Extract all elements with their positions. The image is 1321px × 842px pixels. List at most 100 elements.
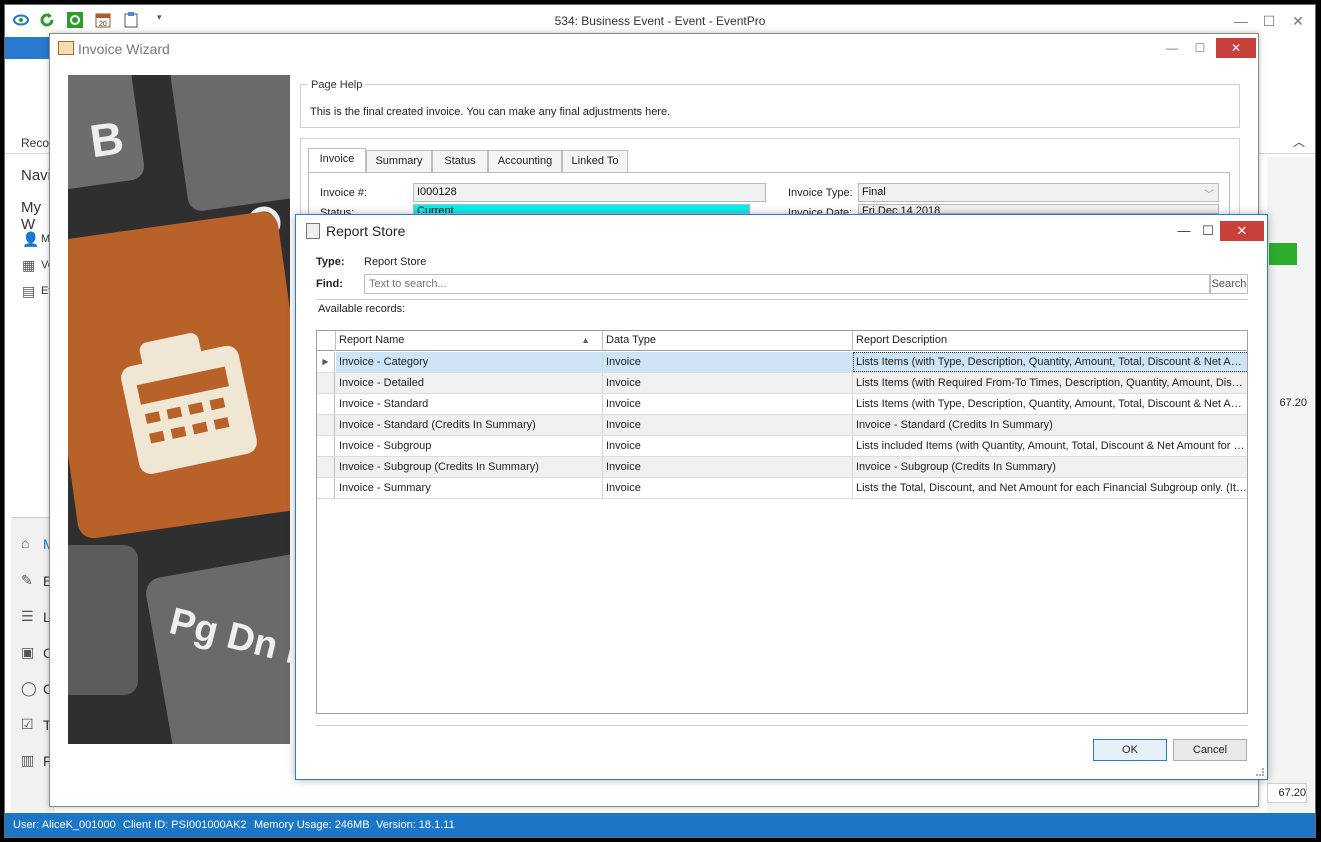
maximize-icon[interactable]: ☐ — [1255, 11, 1283, 31]
event-icon: ▤ — [22, 283, 36, 299]
table-row[interactable]: Invoice - Detailed Invoice Lists Items (wi… — [317, 373, 1247, 394]
cell-report-description[interactable]: Lists Items (with Type, Description, Qua… — [853, 352, 1247, 372]
cell-report-description[interactable]: Invoice - Standard (Credits In Summary) — [853, 415, 1247, 435]
cell-data-type[interactable]: Invoice — [603, 415, 853, 435]
search-input[interactable] — [364, 274, 1210, 294]
cell-report-description[interactable]: Lists included Items (with Quantity, Amo… — [853, 436, 1247, 456]
report-icon — [306, 223, 320, 239]
page-help-text: This is the final created invoice. You c… — [310, 106, 671, 118]
wizard-maximize-icon[interactable]: ☐ — [1186, 38, 1214, 58]
cell-data-type[interactable]: Invoice — [603, 394, 853, 414]
wizard-close-icon[interactable]: ✕ — [1216, 38, 1256, 58]
search-button[interactable]: Search — [1210, 274, 1248, 294]
dialog-maximize-icon[interactable]: ☐ — [1194, 221, 1222, 241]
cell-report-description[interactable]: Lists Items (with Required From-To Times… — [853, 373, 1247, 393]
list-icon[interactable]: ☰ — [21, 608, 37, 624]
cell-report-name[interactable]: Invoice - Detailed — [336, 373, 603, 393]
chevron-up-icon[interactable]: ︿ — [1293, 133, 1305, 150]
grid-header: Report Name ▲ Data Type Report Descripti… — [317, 331, 1247, 351]
table-row[interactable]: Invoice - Subgroup Invoice Lists included … — [317, 436, 1247, 457]
minimize-icon[interactable]: — — [1227, 11, 1255, 31]
cell-report-description[interactable]: Lists Items (with Type, Description, Qua… — [853, 394, 1247, 414]
status-version: Version: 18.1.11 — [376, 819, 455, 831]
task-icon[interactable]: ☑ — [21, 716, 37, 732]
home-icon[interactable]: ⌂ — [21, 535, 37, 551]
side-value-bottom: 67.20 — [1267, 783, 1307, 803]
find-label: Find: — [316, 278, 343, 290]
cell-report-name[interactable]: Invoice - Subgroup — [336, 436, 603, 456]
ribbon-file-tab[interactable] — [5, 37, 49, 59]
cell-report-name[interactable]: Invoice - Category — [336, 352, 603, 372]
divider — [316, 725, 1248, 726]
invoice-date-field[interactable]: Fri Dec 14 2018 — [858, 204, 1219, 214]
row-indicator — [317, 394, 335, 414]
column-header-report-description[interactable]: Report Description — [853, 331, 1247, 351]
dialog-title: Report Store — [326, 223, 406, 239]
sort-ascending-icon: ▲ — [581, 335, 590, 345]
invoice-date-label: Invoice Date: — [788, 207, 853, 214]
status-memory: Memory Usage: 246MB — [254, 819, 370, 831]
cell-report-name[interactable]: Invoice - Summary — [336, 478, 603, 498]
table-row[interactable]: ▶ Invoice - Category Invoice Lists Items (w… — [317, 352, 1247, 373]
wizard-icon — [58, 41, 74, 55]
right-panel: 67.20 67.20 — [1267, 157, 1313, 817]
cell-report-description[interactable]: Lists the Total, Discount, and Net Amoun… — [853, 478, 1247, 498]
pin-icon[interactable]: ✎ — [21, 572, 37, 588]
tab-status[interactable]: Status — [432, 150, 488, 172]
cell-data-type[interactable]: Invoice — [603, 478, 853, 498]
column-header-data-type[interactable]: Data Type — [603, 331, 853, 351]
cell-data-type[interactable]: Invoice — [603, 436, 853, 456]
cell-data-type[interactable]: Invoice — [603, 457, 853, 477]
table-row[interactable]: Invoice - Subgroup (Credits In Summary) I… — [317, 457, 1247, 478]
row-indicator-icon: ▶ — [317, 352, 335, 372]
tab-accounting[interactable]: Accounting — [488, 150, 562, 172]
invoice-type-select[interactable]: Final — [858, 183, 1219, 202]
table-row[interactable]: Invoice - Standard (Credits In Summary) I… — [317, 415, 1247, 436]
column-header-report-name[interactable]: Report Name ▲ — [336, 331, 603, 351]
records-grid: Report Name ▲ Data Type Report Descripti… — [316, 330, 1248, 714]
status-client: Client ID: PSI001000AK2 — [123, 819, 247, 831]
cancel-button[interactable]: Cancel — [1173, 739, 1247, 761]
cell-report-name[interactable]: Invoice - Subgroup (Credits In Summary) — [336, 457, 603, 477]
chevron-down-icon[interactable]: ﹀ — [1204, 186, 1214, 201]
cell-data-type[interactable]: Invoice — [603, 352, 853, 372]
venue-icon: ▦ — [22, 257, 36, 273]
tab-linked-to[interactable]: Linked To — [562, 150, 628, 172]
cell-report-description[interactable]: Invoice - Subgroup (Credits In Summary) — [853, 457, 1247, 477]
resize-grip[interactable] — [1256, 768, 1264, 776]
status-field[interactable]: Current — [413, 204, 750, 214]
report-store-dialog: Report Store — ☐ ✕ Type: Report Store Fi… — [295, 214, 1268, 780]
chat-icon[interactable]: ◯ — [21, 680, 37, 696]
status-label: Status: — [320, 207, 355, 214]
grid-header-indicator — [317, 331, 336, 351]
row-indicator — [317, 415, 335, 435]
side-value-top: 67.20 — [1279, 397, 1307, 409]
table-row[interactable]: Invoice - Standard Invoice Lists Items (wi… — [317, 394, 1247, 415]
wizard-minimize-icon[interactable]: — — [1158, 38, 1186, 58]
invoice-number-field[interactable]: I000128 — [413, 183, 766, 202]
table-row[interactable]: Invoice - Summary Invoice Lists the Total,… — [317, 478, 1247, 499]
ok-button[interactable]: OK — [1093, 739, 1167, 761]
row-indicator — [317, 373, 335, 393]
cell-report-name[interactable]: Invoice - Standard (Credits In Summary) — [336, 415, 603, 435]
column-header-report-name-label: Report Name — [339, 334, 405, 346]
divider — [316, 299, 1248, 300]
tab-invoice[interactable]: Invoice — [308, 148, 366, 172]
cell-report-name[interactable]: Invoice - Standard — [336, 394, 603, 414]
status-user: User: AliceK_001000 — [13, 819, 116, 831]
keyboard-photo: B Pg Dn E — [68, 75, 290, 744]
status-bar: User: AliceK_001000 Client ID: PSI001000… — [5, 813, 1315, 837]
close-icon[interactable]: ✕ — [1284, 11, 1312, 31]
invoice-type-label: Invoice Type: — [788, 187, 853, 199]
cell-data-type[interactable]: Invoice — [603, 373, 853, 393]
row-indicator — [317, 457, 335, 477]
row-indicator — [317, 436, 335, 456]
finance-icon[interactable]: ▥ — [21, 752, 37, 768]
tab-summary[interactable]: Summary — [366, 150, 432, 172]
row-indicator — [317, 478, 335, 498]
dialog-close-icon[interactable]: ✕ — [1220, 221, 1264, 241]
type-label: Type: — [316, 256, 345, 268]
contacts-icon[interactable]: ▣ — [21, 644, 37, 660]
page-help-label: Page Help — [308, 79, 366, 91]
available-records-label: Available records: — [318, 303, 406, 315]
